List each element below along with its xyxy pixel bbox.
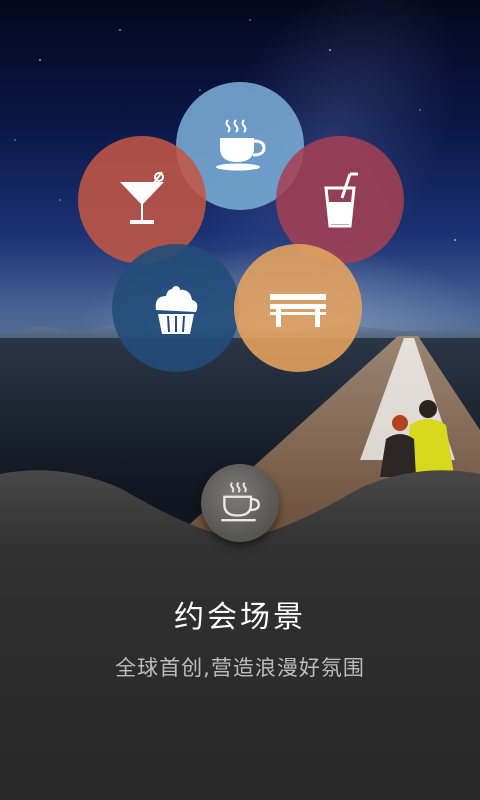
cocktail-glass-icon — [120, 171, 164, 224]
muffin-scene-button[interactable] — [112, 244, 240, 372]
coffee-cup-icon — [221, 481, 260, 522]
scene-subtitle: 全球首创,营造浪漫好氛围 — [115, 656, 365, 680]
juice-glass-icon — [324, 172, 358, 228]
selected-scene-badge — [201, 464, 279, 542]
couple-silhouette — [380, 400, 454, 477]
coffee-cup-icon — [216, 119, 266, 171]
muffin-icon — [155, 286, 198, 334]
bench-icon — [270, 294, 326, 327]
scene-title: 约会场景 — [174, 600, 306, 635]
bench-scene-button[interactable] — [234, 244, 362, 372]
